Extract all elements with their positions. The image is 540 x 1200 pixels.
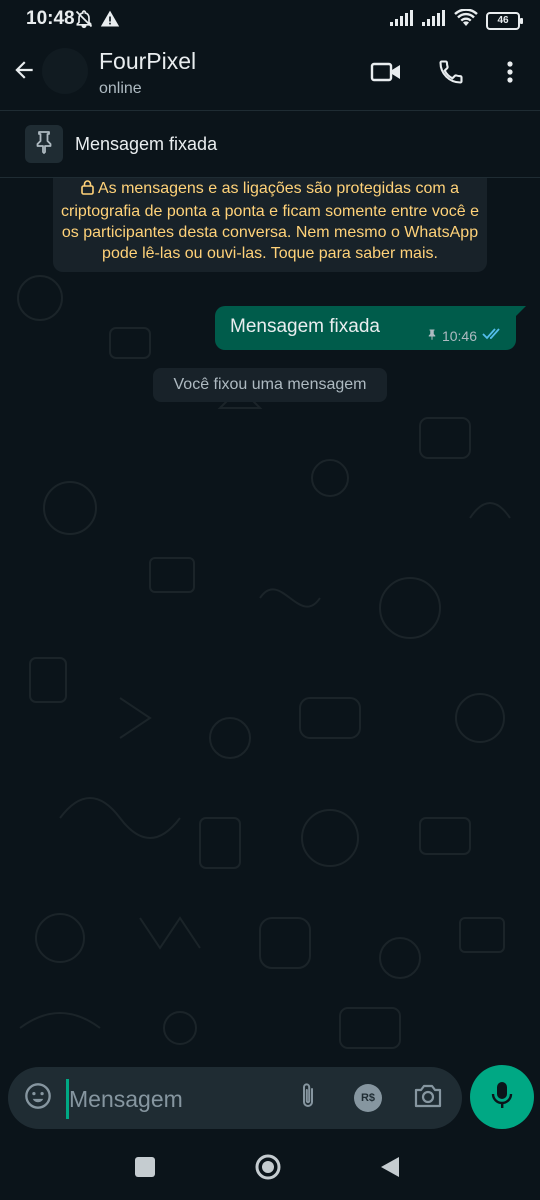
message-input[interactable] (66, 1079, 281, 1119)
signal-icon (422, 10, 446, 31)
chat-area[interactable]: As mensagens e as ligações são protegida… (0, 178, 540, 1066)
contact-status: online (99, 80, 142, 97)
chat-header: FourPixel online (0, 38, 540, 111)
nav-back-button[interactable] (375, 1154, 405, 1184)
recents-button[interactable] (130, 1154, 160, 1184)
back-arrow-icon (11, 57, 37, 88)
message-time: 10:46 (441, 327, 477, 344)
video-call-icon (370, 60, 402, 89)
voice-call-button[interactable] (431, 54, 471, 94)
pin-icon (34, 130, 54, 159)
mic-icon (490, 1080, 514, 1115)
outgoing-message[interactable]: Mensagem fixada 10:46 (215, 306, 526, 350)
camera-button[interactable] (410, 1080, 446, 1116)
signal-icon (390, 10, 414, 31)
status-time: 10:48 (26, 8, 75, 29)
message-text: Mensagem fixada (230, 316, 380, 337)
read-ticks-icon (482, 327, 504, 344)
encryption-notice-text: As mensagens e as ligações são protegida… (60, 180, 480, 262)
camera-icon (413, 1083, 443, 1114)
system-message: Você fixou uma mensagem (153, 368, 387, 402)
attach-button[interactable] (290, 1080, 326, 1116)
recents-icon (134, 1156, 156, 1183)
home-button[interactable] (253, 1154, 283, 1184)
emoji-icon (24, 1082, 52, 1115)
voice-call-icon (437, 58, 465, 91)
pinned-message-label: Mensagem fixada (75, 134, 218, 154)
back-icon (379, 1155, 401, 1184)
pin-icon (427, 328, 437, 344)
emoji-button[interactable] (20, 1080, 56, 1116)
more-vert-icon (506, 60, 514, 89)
system-nav-bar (0, 1134, 540, 1200)
status-bar: 10:48 46 (0, 0, 540, 38)
avatar[interactable] (42, 48, 88, 94)
message-composer: R$ (8, 1067, 462, 1129)
alert-icon (100, 9, 120, 34)
lock-icon (81, 180, 94, 201)
more-options-button[interactable] (490, 54, 530, 94)
encryption-notice[interactable]: As mensagens e as ligações são protegida… (53, 178, 487, 272)
video-call-button[interactable] (366, 54, 406, 94)
voice-record-button[interactable] (470, 1065, 534, 1129)
back-button[interactable] (6, 54, 42, 90)
payment-button[interactable]: R$ (350, 1080, 386, 1116)
muted-notification-icon (74, 9, 94, 34)
home-icon (254, 1153, 282, 1186)
payment-icon: R$ (354, 1084, 382, 1112)
attach-icon (298, 1082, 318, 1115)
battery-icon: 46 (486, 11, 523, 30)
wifi-icon (454, 8, 478, 32)
contact-name[interactable]: FourPixel (99, 48, 196, 75)
pinned-message-bar[interactable]: Mensagem fixada (0, 111, 540, 178)
